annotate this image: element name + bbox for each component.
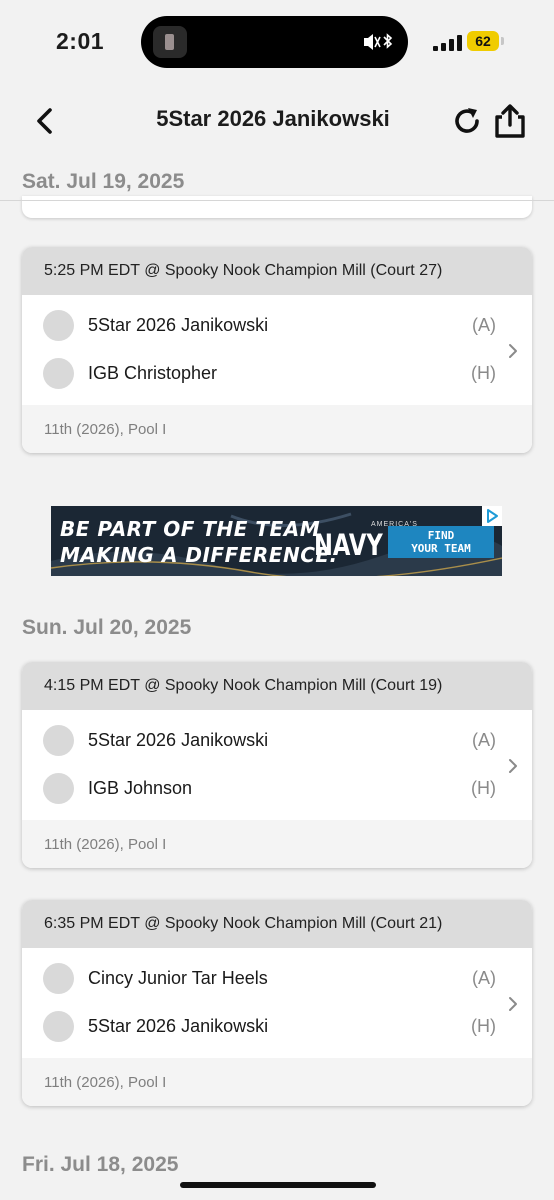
team-row: IGB Christopher (H) — [22, 349, 502, 397]
team-side: (H) — [471, 363, 496, 383]
team-side: (H) — [471, 1016, 496, 1036]
team-side: (A) — [472, 968, 496, 988]
refresh-icon[interactable] — [452, 105, 484, 137]
status-time: 2:01 — [56, 28, 105, 54]
dynamic-island[interactable] — [141, 16, 408, 68]
team-row: Cincy Junior Tar Heels (A) — [22, 954, 502, 1002]
ad-cta-line2: YOUR TEAM — [411, 542, 471, 555]
chevron-right-icon — [509, 759, 517, 773]
ad-cta-button[interactable]: FIND YOUR TEAM — [388, 526, 494, 558]
team-logo-placeholder — [43, 358, 74, 389]
team-name: IGB Johnson — [88, 778, 193, 798]
chevron-right-icon — [509, 997, 517, 1011]
team-name: 5Star 2026 Janikowski — [88, 315, 269, 335]
match-card[interactable]: 4:15 PM EDT @ Spooky Nook Champion Mill … — [22, 662, 532, 868]
date-header: Sun. Jul 20, 2025 — [22, 616, 192, 639]
team-side: (H) — [471, 778, 496, 798]
team-logo-placeholder — [43, 725, 74, 756]
team-logo-placeholder — [43, 773, 74, 804]
status-bar: 2:01 62 — [0, 0, 554, 86]
team-logo-placeholder — [43, 1011, 74, 1042]
home-indicator[interactable] — [180, 1182, 376, 1188]
match-division: 11th (2026), Pool I — [44, 421, 167, 438]
match-time-location: 6:35 PM EDT @ Spooky Nook Champion Mill … — [44, 915, 443, 932]
team-logo-placeholder — [43, 310, 74, 341]
team-name: Cincy Junior Tar Heels — [88, 968, 268, 988]
cellular-signal-icon — [433, 35, 463, 51]
navy-ad-banner[interactable]: BE PART OF THE TEAM MAKING A DIFFERENCE.… — [51, 506, 502, 576]
now-playing-app-icon — [153, 26, 187, 58]
match-header: 5:25 PM EDT @ Spooky Nook Champion Mill … — [22, 247, 532, 295]
match-time-location: 5:25 PM EDT @ Spooky Nook Champion Mill … — [44, 262, 443, 279]
team-side: (A) — [472, 730, 496, 750]
match-time-location: 4:15 PM EDT @ Spooky Nook Champion Mill … — [44, 677, 443, 694]
ad-choices-icon[interactable] — [482, 506, 502, 526]
match-footer: 11th (2026), Pool I — [22, 405, 532, 453]
share-icon[interactable] — [493, 103, 527, 139]
mute-bluetooth-icon — [364, 33, 393, 50]
team-row: 5Star 2026 Janikowski (A) — [22, 716, 502, 764]
match-division: 11th (2026), Pool I — [44, 836, 167, 853]
battery-icon: 62 — [467, 31, 504, 51]
ad-brand-name: NAVY — [314, 528, 383, 562]
team-side: (A) — [472, 315, 496, 335]
match-footer: 11th (2026), Pool I — [22, 1058, 532, 1106]
match-header: 6:35 PM EDT @ Spooky Nook Champion Mill … — [22, 900, 532, 948]
match-footer: 11th (2026), Pool I — [22, 820, 532, 868]
match-card[interactable]: 5:25 PM EDT @ Spooky Nook Champion Mill … — [22, 247, 532, 453]
date-header: Fri. Jul 18, 2025 — [22, 1153, 179, 1176]
match-header: 4:15 PM EDT @ Spooky Nook Champion Mill … — [22, 662, 532, 710]
ad-headline-1: BE PART OF THE TEAM — [60, 517, 321, 541]
team-row: 5Star 2026 Janikowski (H) — [22, 1002, 502, 1050]
team-row: 5Star 2026 Janikowski (A) — [22, 301, 502, 349]
team-name: 5Star 2026 Janikowski — [88, 730, 269, 750]
team-name: 5Star 2026 Janikowski — [88, 1016, 269, 1036]
date-header: Sat. Jul 19, 2025 — [22, 170, 185, 193]
page-title: 5Star 2026 Janikowski — [156, 106, 390, 131]
ad-cta-line1: FIND — [427, 529, 455, 542]
match-card[interactable]: 6:35 PM EDT @ Spooky Nook Champion Mill … — [22, 900, 532, 1106]
nav-bar: 5Star 2026 Janikowski — [0, 86, 554, 156]
team-logo-placeholder — [43, 963, 74, 994]
team-row: IGB Johnson (H) — [22, 764, 502, 812]
team-name: IGB Christopher — [88, 363, 218, 383]
ad-headline-2: MAKING A DIFFERENCE. — [60, 543, 338, 567]
match-division: 11th (2026), Pool I — [44, 1074, 167, 1091]
back-chevron-icon[interactable] — [30, 104, 62, 138]
chevron-right-icon — [509, 344, 517, 358]
section-divider — [0, 200, 554, 201]
